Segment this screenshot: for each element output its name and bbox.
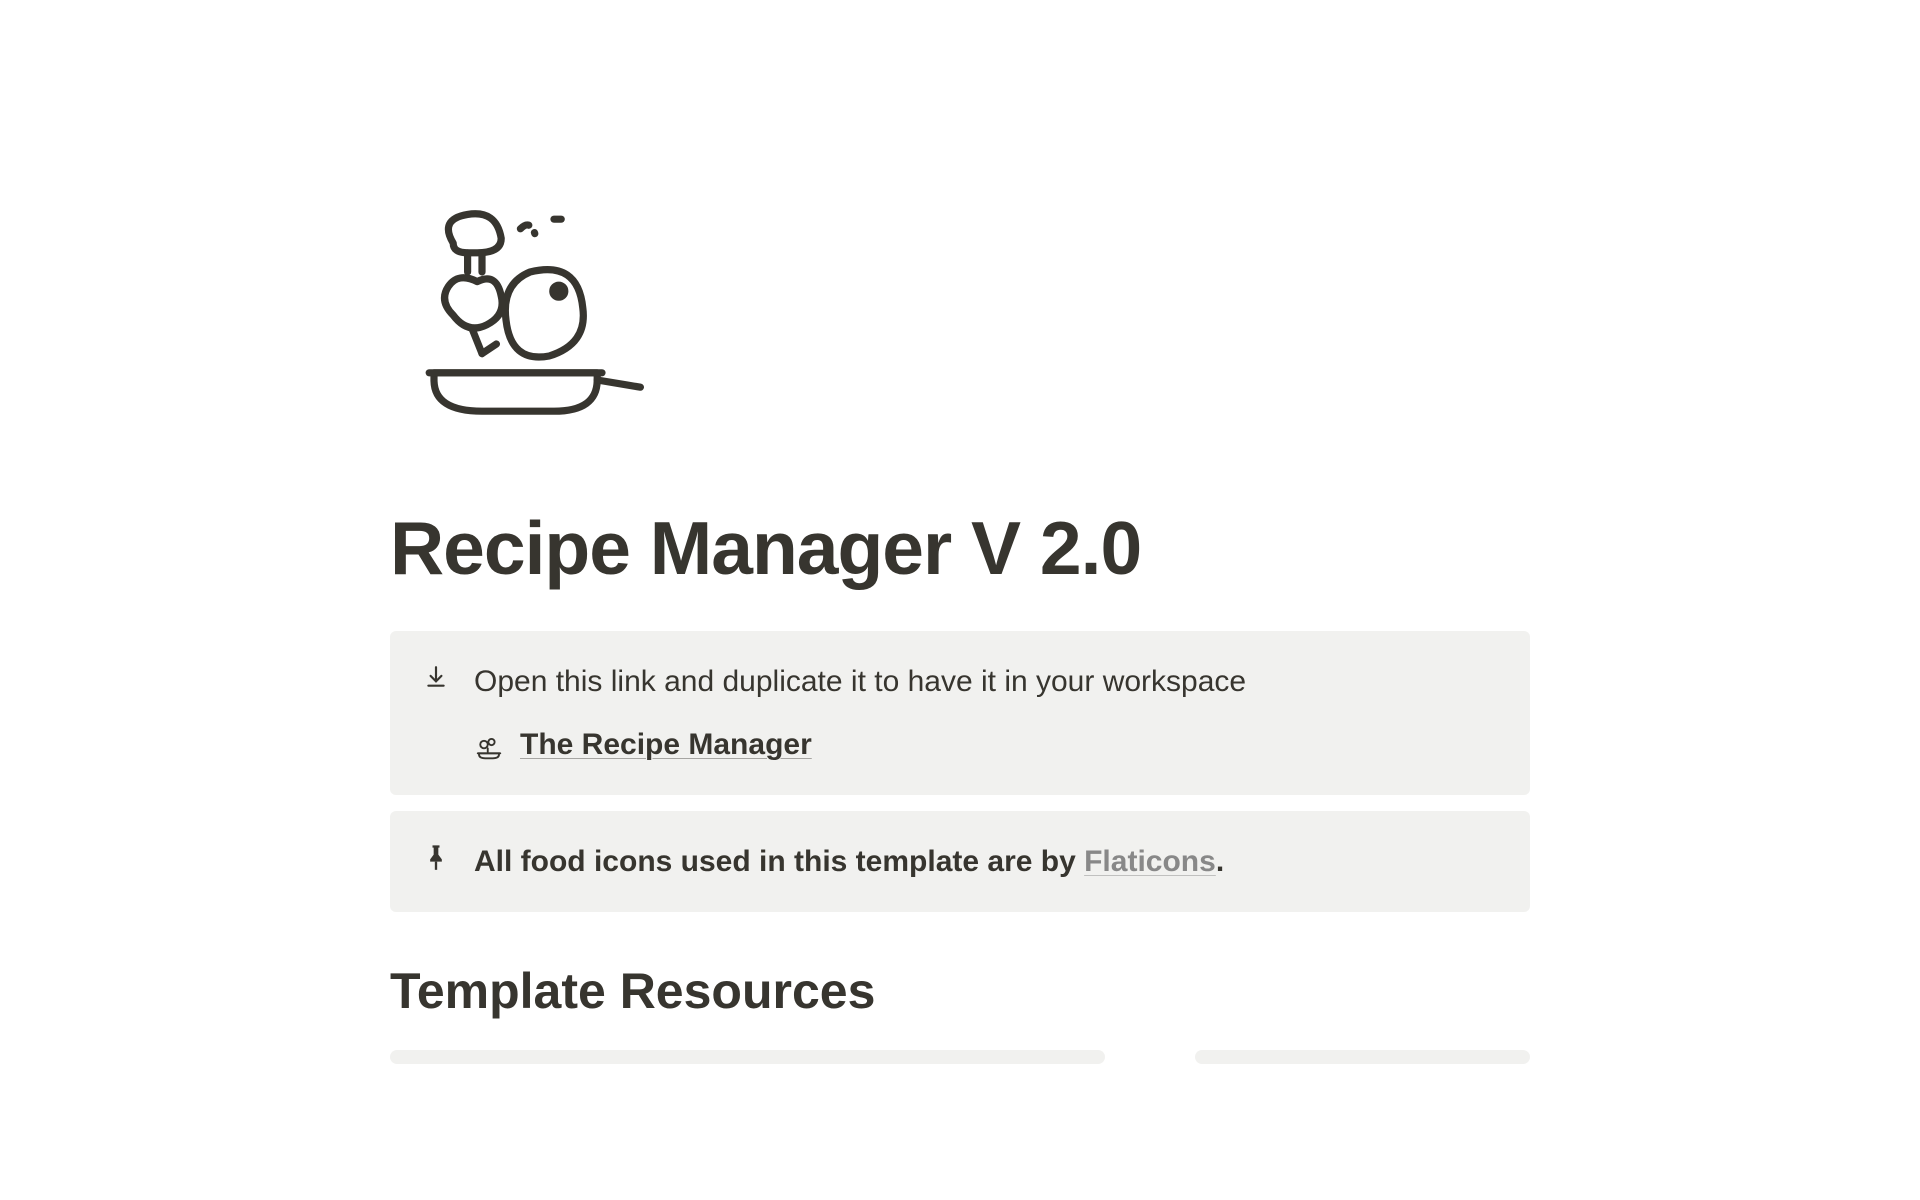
download-icon: [422, 663, 450, 691]
pin-icon: [422, 843, 450, 871]
resource-card[interactable]: [390, 1050, 1105, 1064]
attribution-text-suffix: .: [1216, 845, 1224, 878]
resource-card[interactable]: [1195, 1050, 1530, 1064]
recipe-manager-link[interactable]: The Recipe Manager: [520, 722, 812, 767]
template-resources-heading: Template Resources: [390, 962, 1530, 1020]
cooking-pan-icon: [410, 200, 1530, 445]
attribution-text-prefix: All food icons used in this template are…: [474, 845, 1084, 878]
download-callout-text: Open this link and duplicate it to have …: [474, 659, 1498, 704]
page-title: Recipe Manager V 2.0: [390, 505, 1530, 591]
recipe-icon: [474, 730, 504, 760]
resource-cards-row: [390, 1050, 1530, 1064]
attribution-callout: All food icons used in this template are…: [390, 811, 1530, 912]
flaticons-link[interactable]: Flaticons: [1084, 845, 1216, 878]
download-callout: Open this link and duplicate it to have …: [390, 631, 1530, 795]
